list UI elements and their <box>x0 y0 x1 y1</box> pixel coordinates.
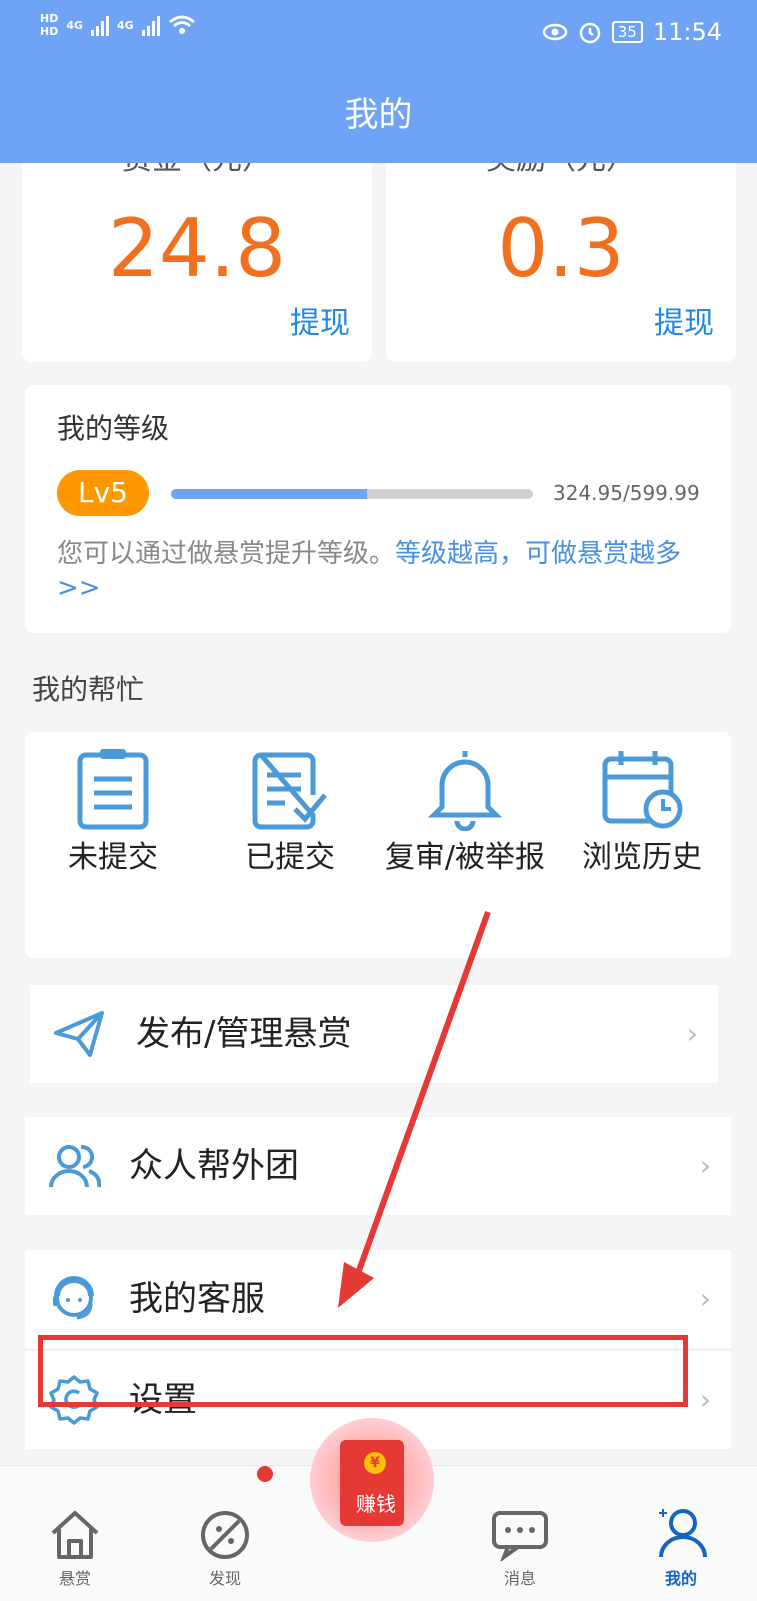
annotation-arrow <box>338 910 491 1308</box>
